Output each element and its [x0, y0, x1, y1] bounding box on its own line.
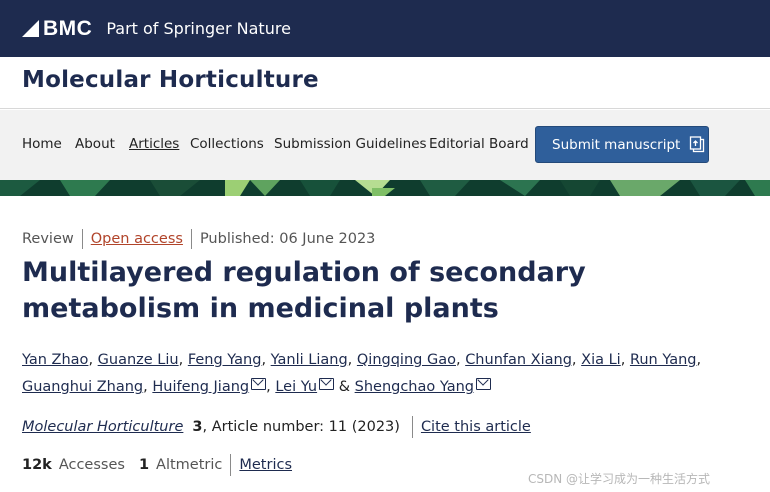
author-link[interactable]: Lei Yu — [275, 379, 317, 395]
springer-tagline: Part of Springer Nature — [106, 19, 291, 38]
citation-line: Molecular Horticulture 3 , Article numbe… — [22, 416, 531, 438]
article-meta: Review Open access Published: 06 June 20… — [22, 229, 375, 249]
author-link[interactable]: Guanghui Zhang — [22, 379, 143, 395]
author-link[interactable]: Yanli Liang — [271, 352, 348, 368]
journal-header: Molecular Horticulture — [0, 57, 770, 109]
nav-collections[interactable]: Collections — [190, 136, 264, 152]
nav-home[interactable]: Home — [22, 136, 62, 152]
citation-journal-link[interactable]: Molecular Horticulture — [22, 419, 183, 435]
nav-about[interactable]: About — [75, 136, 115, 152]
divider — [81, 229, 83, 249]
article-type: Review — [22, 231, 74, 247]
cite-this-article-link[interactable]: Cite this article — [421, 419, 531, 435]
external-upload-icon — [689, 136, 705, 153]
nav-submission-guidelines[interactable]: Submission Guidelines — [274, 136, 427, 152]
email-icon[interactable] — [319, 378, 335, 390]
bmc-logo[interactable]: BMC Part of Springer Nature — [22, 17, 291, 41]
author-link[interactable]: Chunfan Xiang — [465, 352, 572, 368]
author-link[interactable]: Xia Li — [581, 352, 621, 368]
author-link[interactable]: Guanze Liu — [98, 352, 179, 368]
accesses-label: Accesses — [58, 457, 125, 473]
altmetric-count: 1 — [138, 457, 150, 473]
author-link[interactable]: Run Yang — [630, 352, 697, 368]
citation-volume: 3 — [192, 419, 203, 435]
bmc-logo-text: BMC — [43, 16, 93, 40]
submit-manuscript-button[interactable]: Submit manuscript — [535, 126, 709, 163]
bmc-logo-icon — [22, 20, 39, 37]
main-nav: Home About Articles Collections Submissi… — [0, 110, 770, 180]
nav-articles[interactable]: Articles — [129, 136, 179, 152]
author-link[interactable]: Yan Zhao — [22, 352, 88, 368]
nav-editorial-board[interactable]: Editorial Board — [429, 136, 529, 152]
journal-title[interactable]: Molecular Horticulture — [22, 67, 319, 93]
author-link[interactable]: Huifeng Jiang — [152, 379, 249, 395]
author-link[interactable]: Shengchao Yang — [355, 379, 474, 395]
metrics-line: 12k Accesses 1 Altmetric Metrics — [22, 454, 292, 476]
altmetric-label: Altmetric — [156, 457, 223, 473]
author-link[interactable]: Qingqing Gao — [357, 352, 456, 368]
submit-manuscript-label: Submit manuscript — [552, 136, 681, 153]
author-list: Yan Zhao, Guanze Liu, Feng Yang, Yanli L… — [22, 352, 702, 395]
divider — [411, 416, 413, 438]
decorative-banner — [0, 180, 770, 196]
top-bar: BMC Part of Springer Nature — [0, 0, 770, 57]
watermark: CSDN @让学习成为一种生活方式 — [528, 472, 711, 486]
article-title: Multilayered regulation of secondary met… — [22, 257, 586, 324]
divider — [230, 454, 232, 476]
author-link[interactable]: Feng Yang — [188, 352, 262, 368]
email-icon[interactable] — [476, 378, 492, 390]
metrics-link[interactable]: Metrics — [239, 457, 292, 473]
divider — [190, 229, 192, 249]
citation-details: , Article number: 11 (2023) — [202, 419, 400, 435]
open-access-link[interactable]: Open access — [91, 231, 183, 247]
email-icon[interactable] — [251, 378, 267, 390]
accesses-count: 12k — [22, 457, 52, 473]
published-date: Published: 06 June 2023 — [199, 231, 376, 247]
